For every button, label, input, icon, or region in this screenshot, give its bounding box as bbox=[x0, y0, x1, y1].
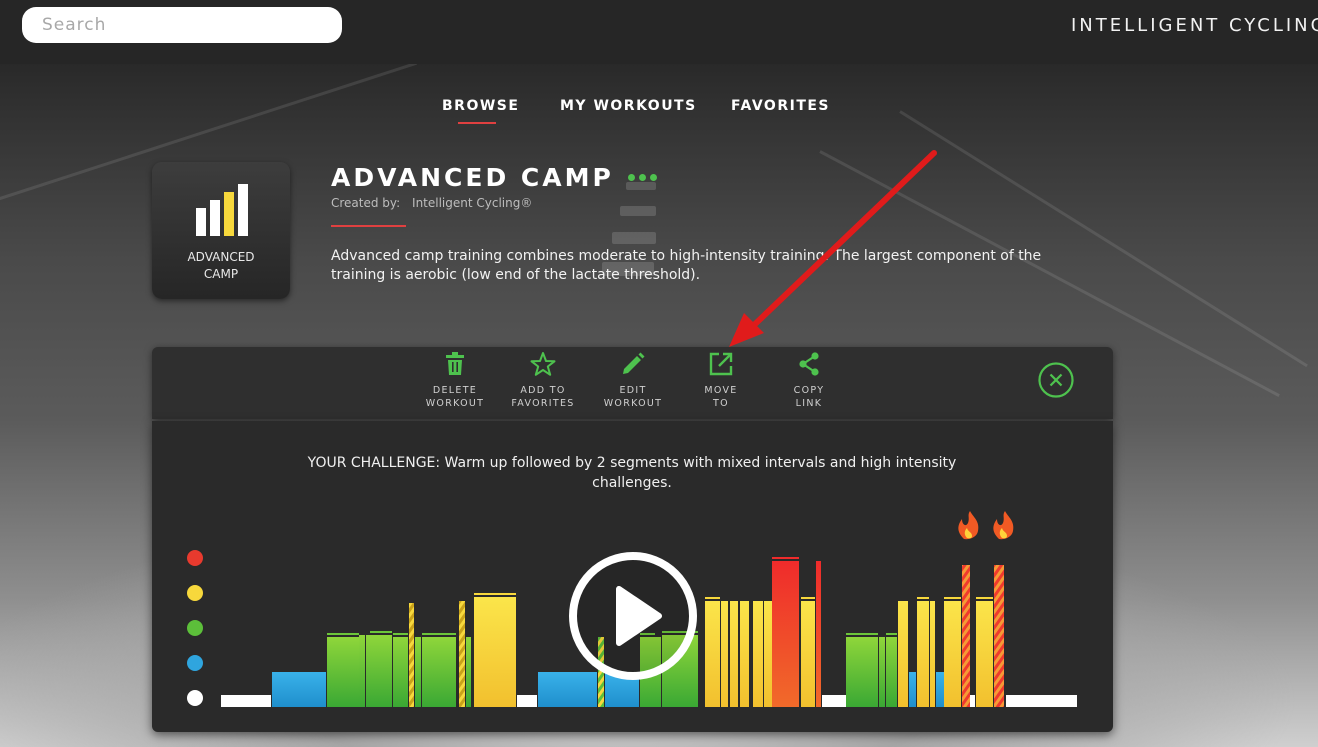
profile-segment-green bbox=[359, 635, 365, 707]
profile-segment-blue bbox=[909, 672, 916, 707]
profile-segment-blue bbox=[936, 672, 944, 707]
profile-segment-green bbox=[886, 637, 897, 707]
profile-segment-cap bbox=[917, 597, 929, 599]
profile-segment-red bbox=[816, 561, 821, 707]
tab-favorites[interactable]: FAVORITES bbox=[731, 98, 830, 114]
tile-label: ADVANCED CAMP bbox=[187, 250, 255, 281]
profile-segment-cap bbox=[422, 633, 456, 635]
profile-segment-yellow bbox=[474, 597, 516, 707]
profile-segment-yellow bbox=[898, 601, 908, 707]
profile-segment-cap bbox=[846, 633, 878, 635]
tab-my-workouts[interactable]: MY WORKOUTS bbox=[560, 98, 697, 114]
search-input[interactable] bbox=[22, 7, 342, 43]
top-bar: INTELLIGENT CYCLING® bbox=[0, 0, 1318, 64]
edit-workout-button[interactable]: EDIT WORKOUT bbox=[593, 351, 673, 410]
play-button[interactable] bbox=[566, 549, 700, 683]
profile-segment-yellow bbox=[705, 601, 720, 707]
workout-profile-panel: YOUR CHALLENGE: Warm up followed by 2 se… bbox=[152, 421, 1113, 732]
profile-segment-green bbox=[327, 637, 359, 707]
profile-segment-green bbox=[466, 637, 471, 707]
external-link-icon bbox=[709, 352, 733, 376]
profile-segment-green bbox=[370, 635, 392, 707]
star-icon bbox=[530, 352, 556, 376]
profile-segment-yellow bbox=[721, 601, 728, 707]
profile-segment-r-interval bbox=[994, 565, 1004, 707]
profile-segment-green bbox=[879, 637, 885, 707]
brand-logo-text: INTELLIGENT CYCLING® bbox=[1071, 15, 1318, 36]
more-options-icon[interactable] bbox=[628, 166, 661, 185]
profile-segment-cap bbox=[801, 597, 815, 599]
profile-segment-yellow bbox=[740, 601, 749, 707]
creator-name: Intelligent Cycling® bbox=[412, 196, 533, 210]
profile-segment-yellow bbox=[753, 601, 763, 707]
created-by: Created by: Intelligent Cycling® bbox=[331, 196, 533, 210]
profile-segment-cap bbox=[772, 557, 799, 559]
close-icon[interactable] bbox=[1038, 362, 1074, 398]
profile-segment-yellow bbox=[764, 601, 772, 707]
copy-link-button[interactable]: COPY LINK bbox=[769, 351, 849, 410]
profile-segment-red bbox=[772, 561, 799, 707]
share-icon bbox=[799, 352, 819, 376]
intensity-bars-icon bbox=[196, 184, 248, 236]
profile-segment-yellow bbox=[976, 601, 993, 707]
profile-segment-yellow bbox=[730, 601, 738, 707]
profile-segment-y-interval bbox=[459, 601, 465, 707]
trash-icon bbox=[446, 352, 464, 375]
workout-action-bar: DELETE WORKOUT ADD TO FAVORITES EDIT WORKOU… bbox=[152, 347, 1113, 419]
profile-segment-green bbox=[846, 637, 878, 707]
move-to-button[interactable]: MOVE TO bbox=[681, 351, 761, 410]
active-tab-indicator bbox=[458, 122, 496, 124]
profile-segment-white bbox=[970, 695, 975, 707]
profile-segment-blue bbox=[272, 672, 326, 707]
profile-segment-cap bbox=[474, 593, 516, 595]
profile-segment-green bbox=[422, 637, 456, 707]
profile-segment-y-interval bbox=[409, 603, 414, 707]
profile-segment-cap bbox=[393, 633, 408, 635]
tab-browse[interactable]: BROWSE bbox=[442, 98, 519, 114]
add-to-favorites-button[interactable]: ADD TO FAVORITES bbox=[503, 351, 583, 410]
profile-segment-cap bbox=[944, 597, 961, 599]
delete-workout-button[interactable]: DELETE WORKOUT bbox=[415, 351, 495, 410]
title-divider bbox=[331, 225, 406, 227]
profile-segment-cap bbox=[886, 633, 897, 635]
profile-segment-white bbox=[517, 695, 537, 707]
profile-segment-yellow bbox=[917, 601, 929, 707]
profile-segment-green bbox=[366, 635, 370, 707]
profile-segment-cap bbox=[976, 597, 993, 599]
pencil-icon bbox=[623, 352, 645, 374]
profile-segment-yellow bbox=[801, 601, 815, 707]
profile-segment-r-interval bbox=[962, 565, 970, 707]
workout-title: ADVANCED CAMP bbox=[331, 163, 614, 192]
profile-segment-green bbox=[415, 637, 421, 707]
workout-tile: ADVANCED CAMP bbox=[152, 162, 290, 299]
profile-segment-white bbox=[221, 695, 271, 707]
profile-segment-green bbox=[393, 637, 408, 707]
workout-description: Advanced camp training combines moderate… bbox=[331, 248, 1042, 283]
main-nav: BROWSE MY WORKOUTS FAVORITES bbox=[0, 98, 1318, 128]
profile-segment-yellow bbox=[930, 601, 935, 707]
profile-segment-cap bbox=[370, 631, 392, 633]
profile-segment-yellow bbox=[944, 601, 961, 707]
profile-segment-cap bbox=[327, 633, 359, 635]
profile-segment-white bbox=[1006, 695, 1077, 707]
profile-segment-cap bbox=[705, 597, 720, 599]
profile-segment-white bbox=[822, 695, 846, 707]
